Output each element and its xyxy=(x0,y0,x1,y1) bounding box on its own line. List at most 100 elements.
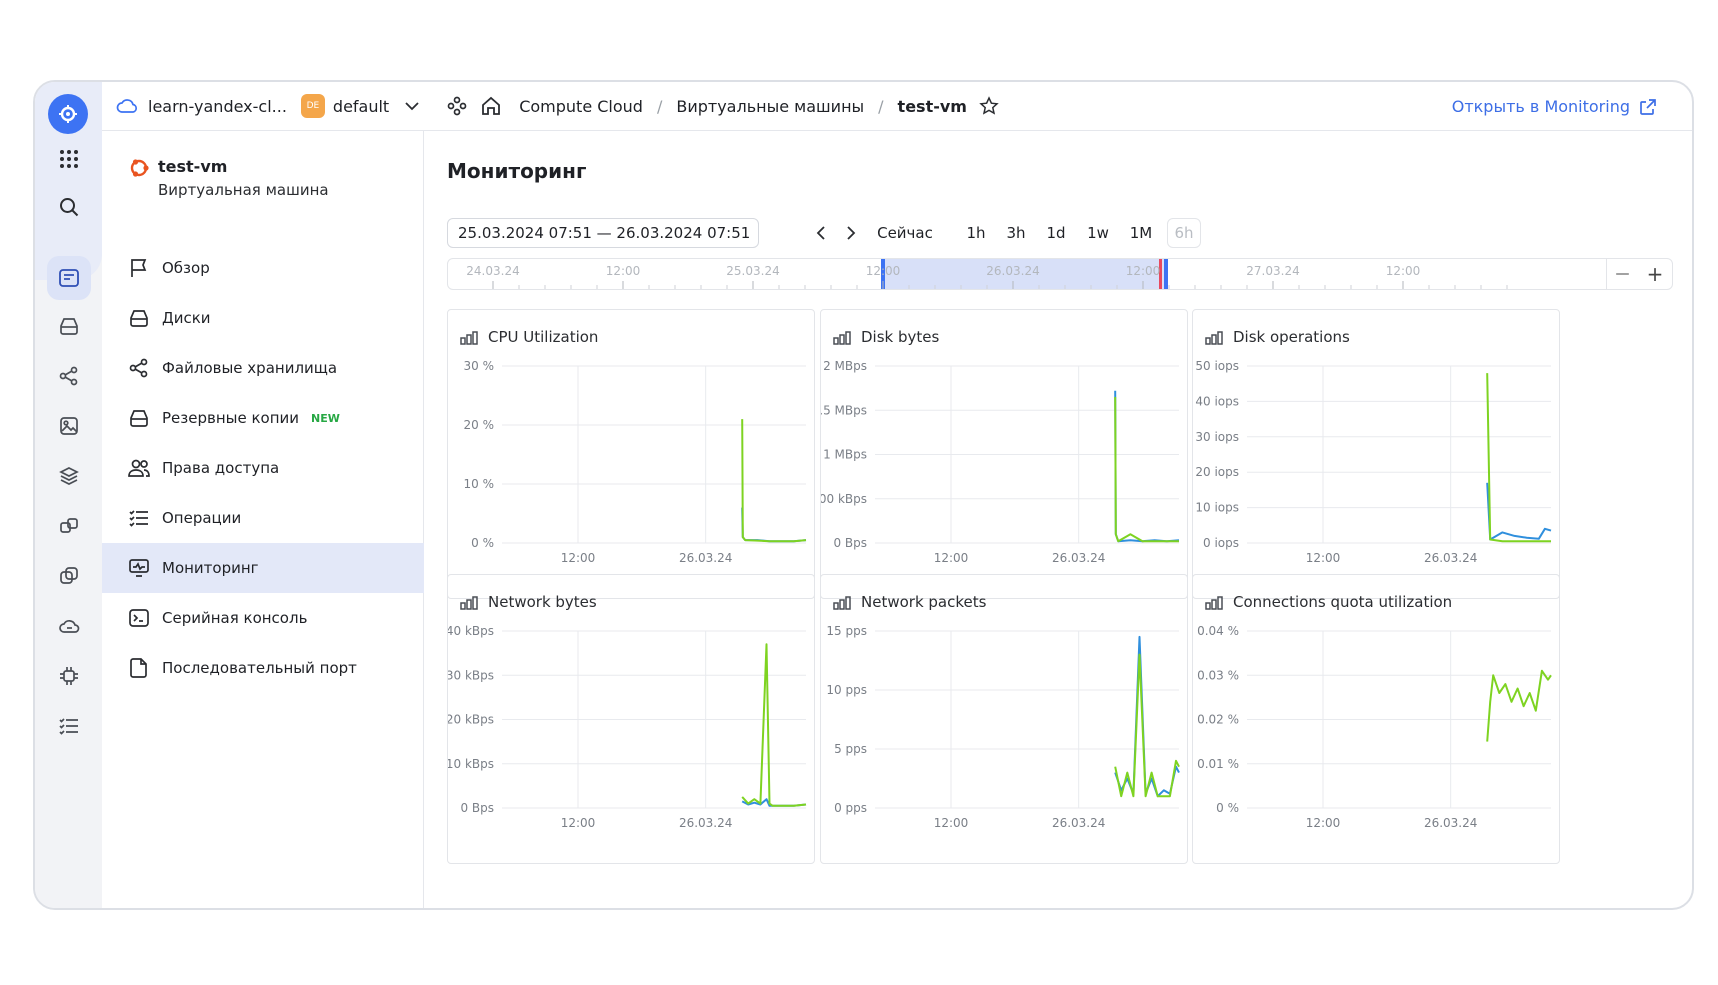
y-tick-label: 500 kBps xyxy=(821,492,867,506)
chart-card[interactable]: 2 MBps 1.5 MBps 1 MBps 500 kBps 0 Bps 12:00 26… xyxy=(820,309,1188,599)
chevron-down-icon xyxy=(405,102,419,111)
chart-card[interactable]: 0.04 % 0.03 % 0.02 % 0.01 % 0 % 12:00 26.03.24… xyxy=(1192,574,1560,864)
chart-bar-icon xyxy=(1205,595,1223,614)
sidebar-item-overview[interactable]: Обзор xyxy=(102,243,424,293)
y-tick-label: 1.5 MBps xyxy=(821,403,867,417)
y-tick-label: 0 Bps xyxy=(833,536,867,550)
breadcrumb-vms[interactable]: Виртуальные машины xyxy=(676,97,864,116)
y-tick-label: 0 Bps xyxy=(460,801,494,815)
vm-name: test-vm xyxy=(158,157,228,176)
y-tick-label: 40 kBps xyxy=(448,624,494,638)
sidebar-item-serial-console[interactable]: Серийная консоль xyxy=(102,593,424,643)
y-tick-label: 0.02 % xyxy=(1197,713,1239,727)
star-icon[interactable] xyxy=(979,96,999,116)
y-tick-label: 0 % xyxy=(471,536,494,550)
timeline-label: 25.03.24 xyxy=(726,264,779,278)
image-service-icon[interactable] xyxy=(47,404,91,448)
y-tick-label: 40 iops xyxy=(1195,394,1239,408)
timeline-label: 27.03.24 xyxy=(1246,264,1299,278)
chart-card[interactable]: 50 iops 40 iops 30 iops 20 iops 10 iops 0 iop… xyxy=(1192,309,1560,599)
x-tick-label: 12:00 xyxy=(1306,816,1341,830)
checklist-icon xyxy=(128,507,150,529)
chart-card[interactable]: 40 kBps 30 kBps 20 kBps 10 kBps 0 Bps 12:00 26… xyxy=(447,574,815,864)
preset-3h-button[interactable]: 3h xyxy=(1001,218,1031,248)
breadcrumb-separator: / xyxy=(878,96,884,116)
y-tick-label: 0.01 % xyxy=(1197,757,1239,771)
sidebar-item-serial-port[interactable]: Последовательный порт xyxy=(102,643,424,693)
cloud-sync-icon[interactable] xyxy=(47,604,91,648)
chart-plot: 0.04 % 0.03 % 0.02 % 0.01 % 0 % 12:00 26.03.24 xyxy=(1197,624,1552,830)
preset-1m-button[interactable]: 1M xyxy=(1123,218,1159,248)
chart-plot: 40 kBps 30 kBps 20 kBps 10 kBps 0 Bps 12:00 26… xyxy=(448,624,807,830)
layers-service-icon[interactable] xyxy=(47,454,91,498)
open-in-monitoring-link[interactable]: Открыть в Monitoring xyxy=(1452,82,1656,131)
services-icon[interactable] xyxy=(447,96,467,116)
timeline-label: 12:00 xyxy=(866,264,901,278)
x-tick-label: 26.03.24 xyxy=(1052,551,1105,565)
chart-card[interactable]: 15 pps 10 pps 5 pps 0 pps 12:00 26.03.24 Netwo… xyxy=(820,574,1188,864)
main-content: Мониторинг 25.03.2024 07:51 — 26.03.2024… xyxy=(425,131,1692,908)
date-range-input[interactable]: 25.03.2024 07:51 — 26.03.2024 07:51 xyxy=(447,218,759,248)
users-icon xyxy=(128,457,150,479)
preset-6h-button[interactable]: 6h xyxy=(1167,218,1201,248)
prev-period-button[interactable] xyxy=(811,218,831,248)
x-tick-label: 12:00 xyxy=(561,551,596,565)
apps-grid-icon[interactable] xyxy=(47,137,91,181)
breadcrumb-compute-cloud[interactable]: Compute Cloud xyxy=(519,97,643,116)
y-tick-label: 10 iops xyxy=(1195,501,1239,515)
preset-1w-button[interactable]: 1w xyxy=(1081,218,1115,248)
x-tick-label: 12:00 xyxy=(934,816,969,830)
sidebar-item-label: Права доступа xyxy=(162,459,280,477)
sidebar-item-monitoring[interactable]: Мониторинг xyxy=(102,543,424,593)
groups-service-icon[interactable] xyxy=(47,504,91,548)
chevron-right-icon xyxy=(847,226,856,240)
y-tick-label: 0 iops xyxy=(1203,536,1239,550)
preset-1h-button[interactable]: 1h xyxy=(961,218,991,248)
chart-bar-icon xyxy=(833,330,851,349)
search-icon[interactable] xyxy=(47,185,91,229)
chart-title: Disk operations xyxy=(1233,328,1350,346)
disk-service-icon[interactable] xyxy=(47,304,91,348)
sidebar-item-label: Диски xyxy=(162,309,211,327)
chip-service-icon[interactable] xyxy=(47,654,91,698)
timeline-label: 26.03.24 xyxy=(986,264,1039,278)
timeline-label: 12:00 xyxy=(1386,264,1421,278)
sidebar-item-backups[interactable]: Резервные копии NEW xyxy=(102,393,424,443)
now-button[interactable]: Сейчас xyxy=(873,218,937,248)
sidebar-item-operations[interactable]: Операции xyxy=(102,493,424,543)
y-tick-label: 0 pps xyxy=(834,801,867,815)
x-tick-label: 12:00 xyxy=(561,816,596,830)
network-service-icon[interactable] xyxy=(47,354,91,398)
x-tick-label: 26.03.24 xyxy=(1424,551,1477,565)
list-service-icon[interactable] xyxy=(47,704,91,748)
cloud-logo-icon[interactable] xyxy=(48,94,88,134)
compute-service-icon[interactable] xyxy=(47,256,91,300)
series-line xyxy=(1114,653,1180,798)
sidebar-item-disks[interactable]: Диски xyxy=(102,293,424,343)
zoom-out-button[interactable]: — xyxy=(1616,266,1630,282)
folder-name: default xyxy=(332,96,390,116)
preset-1d-button[interactable]: 1d xyxy=(1041,218,1071,248)
zoom-in-button[interactable]: + xyxy=(1647,262,1664,286)
y-tick-label: 20 iops xyxy=(1195,465,1239,479)
sidebar-nav: Обзор Диски Файловые хранилища Резервные… xyxy=(102,243,424,693)
timeline-ruler[interactable]: 24.03.24 12:00 25.03.24 12:00 26.03.24 12:00 2… xyxy=(447,258,1673,290)
sidebar-item-file-storage[interactable]: Файловые хранилища xyxy=(102,343,424,393)
next-period-button[interactable] xyxy=(841,218,861,248)
chart-plot: 15 pps 10 pps 5 pps 0 pps 12:00 26.03.24 xyxy=(826,624,1180,830)
chart-card[interactable]: 30 % 20 % 10 % 0 % 12:00 26.03.24 CPU Utilizat… xyxy=(447,309,815,599)
y-tick-label: 30 iops xyxy=(1195,430,1239,444)
home-icon[interactable] xyxy=(481,96,501,116)
folder-selector[interactable]: DE default xyxy=(300,94,419,118)
sidebar-item-access[interactable]: Права доступа xyxy=(102,443,424,493)
cloud-selector[interactable]: learn-yandex-cl... xyxy=(116,97,287,116)
y-tick-label: 10 pps xyxy=(826,683,867,697)
series-line xyxy=(1486,669,1552,742)
share-icon xyxy=(128,357,150,379)
timeline-handle-end[interactable] xyxy=(1164,259,1168,289)
timeline-zoom: — + xyxy=(1606,259,1672,289)
monitor-icon xyxy=(128,557,150,579)
chart-plot: 30 % 20 % 10 % 0 % 12:00 26.03.24 xyxy=(464,359,807,565)
chart-title: Network packets xyxy=(861,593,987,611)
copy-service-icon[interactable] xyxy=(47,554,91,598)
